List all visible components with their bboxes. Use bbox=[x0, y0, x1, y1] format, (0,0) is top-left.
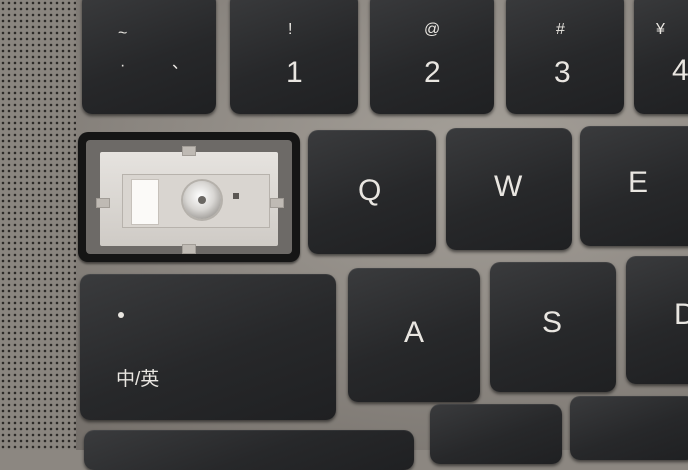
caps-lock-indicator bbox=[118, 312, 124, 318]
key-caps-lock[interactable]: 中/英 bbox=[80, 274, 336, 420]
key-tilde-bottom-right-legend: 、 bbox=[172, 55, 189, 72]
key-x[interactable] bbox=[570, 396, 688, 460]
mechanism-tab-top bbox=[182, 146, 196, 156]
key-w-legend: W bbox=[494, 170, 523, 203]
key-1-main-legend: 1 bbox=[286, 56, 303, 89]
key-a-legend: A bbox=[404, 316, 425, 349]
key-d-legend: D bbox=[674, 298, 688, 331]
key-tilde-top-legend: ~ bbox=[118, 25, 128, 42]
keyboard-photo: ~ · 、 ! 1 @ 2 # 3 ¥ 4 Q W E 中/英 A S D bbox=[0, 0, 688, 470]
scissor-mechanism bbox=[96, 146, 284, 254]
sensor-pad bbox=[233, 193, 239, 199]
switch-plate bbox=[122, 174, 270, 228]
dome-center bbox=[198, 196, 206, 204]
key-w[interactable]: W bbox=[446, 128, 572, 250]
mechanism-tab-left bbox=[96, 198, 110, 208]
key-d[interactable]: D bbox=[626, 256, 688, 384]
key-shift-left[interactable] bbox=[84, 430, 414, 470]
key-3[interactable]: # 3 bbox=[506, 0, 624, 114]
key-4-main-legend: 4 bbox=[672, 54, 688, 87]
key-4[interactable]: ¥ 4 bbox=[634, 0, 688, 114]
stabilizer-block bbox=[131, 179, 159, 225]
key-q-legend: Q bbox=[358, 174, 382, 207]
key-1[interactable]: ! 1 bbox=[230, 0, 358, 114]
key-a[interactable]: A bbox=[348, 268, 480, 402]
speaker-grille bbox=[0, 0, 76, 450]
key-4-shift-legend: ¥ bbox=[656, 21, 665, 38]
key-tilde[interactable]: ~ · 、 bbox=[82, 0, 216, 114]
key-3-shift-legend: # bbox=[556, 21, 565, 38]
mechanism-tab-bottom bbox=[182, 244, 196, 254]
key-s-legend: S bbox=[542, 306, 563, 339]
key-q[interactable]: Q bbox=[308, 130, 436, 254]
key-caps-lock-legend: 中/英 bbox=[116, 369, 160, 390]
key-2-shift-legend: @ bbox=[424, 21, 441, 38]
key-3-main-legend: 3 bbox=[554, 56, 571, 89]
key-1-shift-legend: ! bbox=[288, 21, 293, 38]
rubber-dome bbox=[183, 181, 221, 219]
mechanism-tab-right bbox=[270, 198, 284, 208]
key-z[interactable] bbox=[430, 404, 562, 464]
key-2[interactable]: @ 2 bbox=[370, 0, 494, 114]
key-e[interactable]: E bbox=[580, 126, 688, 246]
key-s[interactable]: S bbox=[490, 262, 616, 392]
socket-base bbox=[86, 140, 292, 254]
key-tilde-bottom-left-legend: · bbox=[120, 57, 126, 74]
key-e-legend: E bbox=[628, 166, 649, 199]
removed-keycap-socket bbox=[78, 132, 300, 262]
key-2-main-legend: 2 bbox=[424, 56, 441, 89]
